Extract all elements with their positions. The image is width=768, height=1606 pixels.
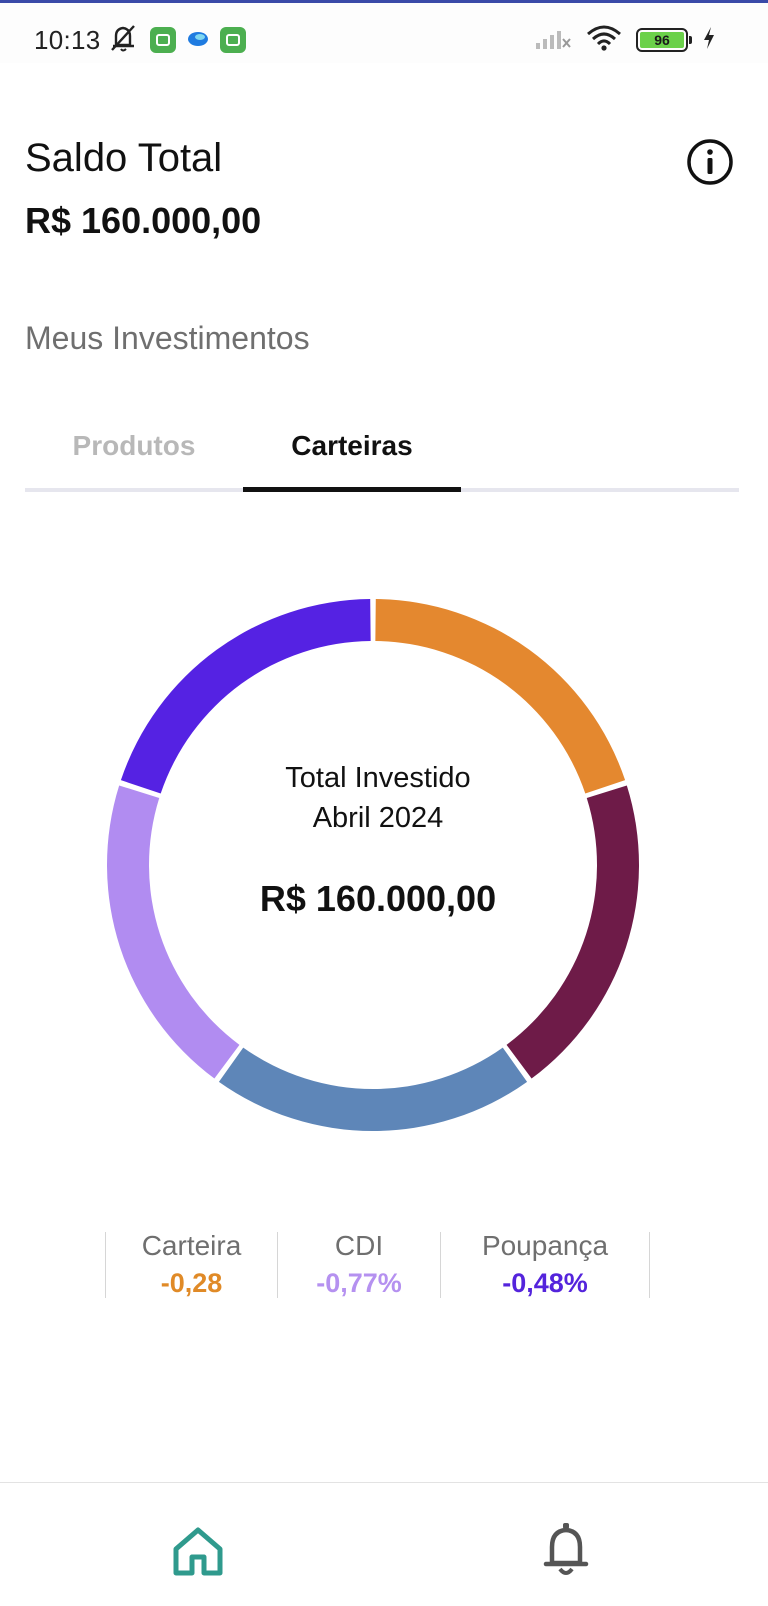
wifi-icon [586, 24, 622, 57]
section-title: Meus Investimentos [25, 320, 310, 356]
bell-icon[interactable] [540, 1521, 592, 1579]
donut-center: Total Investido Abril 2024 R$ 160.000,00 [98, 580, 658, 1140]
muted-bell-icon [108, 23, 140, 58]
stat-label: Poupança [481, 1230, 609, 1261]
charging-icon [702, 26, 716, 55]
stat-value: -0,77% [316, 1268, 402, 1298]
signal-icon [534, 25, 572, 56]
donut-center-label: Total Investido [285, 762, 471, 794]
tab-carteiras[interactable]: Carteiras [243, 430, 461, 486]
stat-label: CDI [334, 1230, 384, 1261]
tab-produtos[interactable]: Produtos [25, 430, 243, 486]
donut-center-period: Abril 2024 [312, 802, 444, 834]
stat-value: -0,48% [502, 1268, 588, 1298]
bottom-navigation [0, 1482, 768, 1606]
balance-title: Saldo Total [25, 136, 223, 180]
edge-browser-icon [186, 29, 210, 52]
portfolio-donut-chart: Total Investido Abril 2024 R$ 160.000,00 [98, 580, 658, 1140]
battery-icon: 96 [636, 28, 692, 52]
battery-level: 96 [640, 32, 684, 48]
app-icon [150, 27, 176, 53]
home-icon[interactable] [170, 1523, 226, 1579]
total-balance: R$ 160.000,00 [25, 200, 262, 241]
stat-poupanca: Poupança -0,48% [440, 1230, 650, 1298]
performance-stats: Carteira -0,28 CDI -0,77% Poupança -0,48… [105, 1230, 650, 1298]
status-bar: 10:13 96 [0, 3, 768, 63]
stat-cdi: CDI -0,77% [277, 1230, 440, 1298]
donut-center-value: R$ 160.000,00 [259, 878, 497, 919]
stat-label: Carteira [141, 1230, 242, 1261]
stat-carteira: Carteira -0,28 [105, 1230, 277, 1298]
status-time: 10:13 [34, 25, 101, 55]
status-right-icons: 96 [534, 25, 716, 55]
tab-bar: Produtos Carteiras [25, 420, 739, 492]
stat-value: -0,28 [160, 1268, 223, 1298]
app-icon [220, 27, 246, 53]
active-tab-indicator [243, 487, 461, 492]
info-icon[interactable] [686, 138, 734, 186]
status-left-icons [108, 23, 246, 58]
